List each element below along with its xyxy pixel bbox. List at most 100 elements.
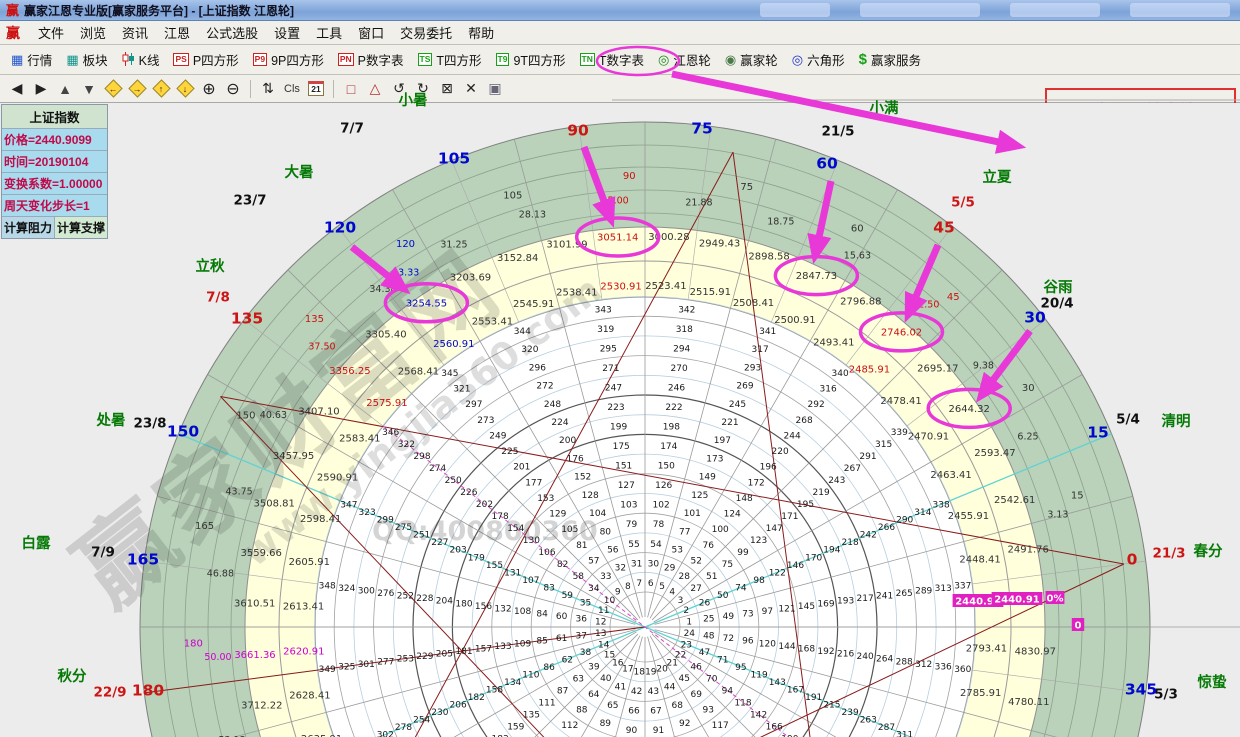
svg-text:16: 16	[612, 659, 624, 669]
svg-text:239: 239	[842, 708, 859, 718]
svg-text:229: 229	[416, 652, 433, 662]
svg-text:100: 100	[712, 525, 729, 535]
svg-text:5/5: 5/5	[951, 195, 975, 211]
main-toolbar: ▦行情▦板块K线PSP四方形P99P四方形PNP数字表TST四方形T99T四方形…	[0, 45, 1240, 75]
svg-text:3457.95: 3457.95	[273, 451, 314, 462]
diamond-up-button[interactable]: ↑	[150, 78, 172, 100]
display-button[interactable]: ▣	[484, 78, 506, 100]
center-x-icon: ✕	[465, 80, 477, 97]
svg-text:296: 296	[529, 363, 546, 373]
quotes-grid-icon: ▦	[11, 53, 23, 66]
rotate-ccw-button[interactable]: ↺	[388, 78, 410, 100]
menu-item-1[interactable]: 文件	[30, 21, 72, 44]
toolbar-button-9p-square[interactable]: P99P四方形	[246, 47, 331, 73]
instrument-panel: 上证指数 价格=2440.9099 时间=20190104 变换系数=1.000…	[1, 104, 108, 239]
titlebar-blur-3	[1010, 3, 1100, 17]
svg-text:134: 134	[504, 678, 521, 688]
nav-left-button[interactable]: ◀	[6, 78, 28, 100]
svg-text:61: 61	[556, 634, 567, 644]
title-bar[interactable]: 赢 赢家江恩专业版[赢家服务平台] - [上证指数 江恩轮]	[0, 0, 1240, 21]
menu-item-6[interactable]: 设置	[266, 21, 308, 44]
svg-text:94: 94	[722, 686, 734, 696]
menu-item-3[interactable]: 资讯	[114, 21, 156, 44]
svg-text:278: 278	[395, 723, 412, 733]
toolbar-button-hexagon[interactable]: ◎六角形	[785, 47, 852, 73]
diamond-right-button[interactable]: →	[126, 78, 148, 100]
svg-text:1: 1	[686, 617, 692, 627]
menu-item-2[interactable]: 浏览	[72, 21, 114, 44]
zoom-in-button[interactable]: ⊕	[198, 78, 220, 100]
toolbar-button-winner-wheel[interactable]: ◉赢家轮	[718, 47, 785, 73]
toolbar-button-winner-service[interactable]: $赢家服务	[852, 47, 928, 73]
svg-text:93: 93	[702, 706, 713, 716]
toolbar-button-t-number-table[interactable]: TNT数字表	[573, 47, 651, 73]
svg-text:204: 204	[436, 597, 453, 607]
cls-button[interactable]: Cls	[281, 78, 303, 100]
toolbar-button-9t-square[interactable]: T99T四方形	[489, 47, 573, 73]
menu-item-9[interactable]: 交易委托	[392, 21, 460, 44]
toolbar-label: 六角形	[807, 50, 845, 69]
svg-text:130: 130	[523, 536, 540, 546]
svg-text:175: 175	[613, 442, 630, 452]
center-x-button[interactable]: ✕	[460, 78, 482, 100]
menu-item-10[interactable]: 帮助	[460, 21, 502, 44]
svg-text:2583.41: 2583.41	[339, 434, 380, 445]
toolbar-button-kline[interactable]: K线	[115, 47, 167, 73]
svg-text:23: 23	[681, 640, 692, 650]
svg-text:219: 219	[813, 488, 830, 498]
svg-text:2847.73: 2847.73	[796, 271, 837, 282]
svg-text:159: 159	[507, 722, 524, 732]
svg-text:92: 92	[679, 719, 690, 729]
svg-text:2440.91: 2440.91	[955, 597, 1001, 608]
calc-support-button[interactable]: 计算支撑	[55, 217, 107, 238]
box-x-button[interactable]: ⊠	[436, 78, 458, 100]
zoom-out-button[interactable]: ⊖	[222, 78, 244, 100]
svg-text:120: 120	[396, 239, 415, 250]
rotate-cw-button[interactable]: ↻	[412, 78, 434, 100]
svg-text:34.38: 34.38	[369, 284, 396, 295]
svg-text:88: 88	[576, 706, 588, 716]
svg-text:109: 109	[514, 639, 531, 649]
svg-text:43: 43	[648, 687, 659, 697]
window-controls-blurred[interactable]	[1130, 3, 1230, 17]
svg-text:谷雨: 谷雨	[1044, 279, 1073, 296]
diamond-down-button[interactable]: ↓	[174, 78, 196, 100]
svg-text:349: 349	[319, 665, 336, 675]
svg-text:66: 66	[628, 707, 640, 717]
toolbar-button-quotes[interactable]: ▦行情	[4, 47, 59, 73]
nav-down-button[interactable]: ▼	[78, 78, 100, 100]
menu-item-5[interactable]: 公式选股	[198, 21, 266, 44]
svg-text:200: 200	[559, 436, 576, 446]
menu-item-8[interactable]: 窗口	[350, 21, 392, 44]
svg-text:清明: 清明	[1162, 412, 1191, 430]
toolbar-button-gann-wheel[interactable]: ◎江恩轮	[651, 47, 718, 73]
svg-text:3051.14: 3051.14	[597, 233, 638, 244]
svg-text:197: 197	[714, 436, 731, 446]
svg-text:3203.69: 3203.69	[450, 273, 491, 284]
calc-resistance-button[interactable]: 计算阻力	[2, 217, 55, 238]
svg-text:277: 277	[377, 657, 394, 667]
nav-up-button[interactable]: ▲	[54, 78, 76, 100]
svg-text:250: 250	[445, 476, 462, 486]
menu-item-4[interactable]: 江恩	[156, 21, 198, 44]
conversion-factor-row: 变换系数=1.00000	[2, 173, 107, 195]
svg-text:63: 63	[573, 674, 584, 684]
updown-button[interactable]: ⇅	[257, 78, 279, 100]
svg-text:167: 167	[787, 686, 804, 696]
svg-text:惊蛰: 惊蛰	[1198, 673, 1227, 691]
square-button[interactable]: □	[340, 78, 362, 100]
svg-text:275: 275	[395, 523, 412, 533]
display-icon: ▣	[488, 80, 501, 97]
svg-text:3559.66: 3559.66	[241, 548, 282, 559]
menu-item-7[interactable]: 工具	[308, 21, 350, 44]
toolbar-button-p-number-table[interactable]: PNP数字表	[331, 47, 411, 73]
calendar-button[interactable]: 21	[305, 78, 327, 100]
nav-right-button[interactable]: ▶	[30, 78, 52, 100]
toolbar-button-sectors[interactable]: ▦板块	[59, 47, 114, 73]
triangle-button[interactable]: △	[364, 78, 386, 100]
toolbar-button-p-square[interactable]: PSP四方形	[166, 47, 245, 73]
diamond-left-button[interactable]: ←	[102, 78, 124, 100]
toolbar-button-t-square[interactable]: TST四方形	[411, 47, 489, 73]
svg-text:2746.02: 2746.02	[881, 327, 922, 338]
svg-text:240: 240	[857, 652, 874, 662]
